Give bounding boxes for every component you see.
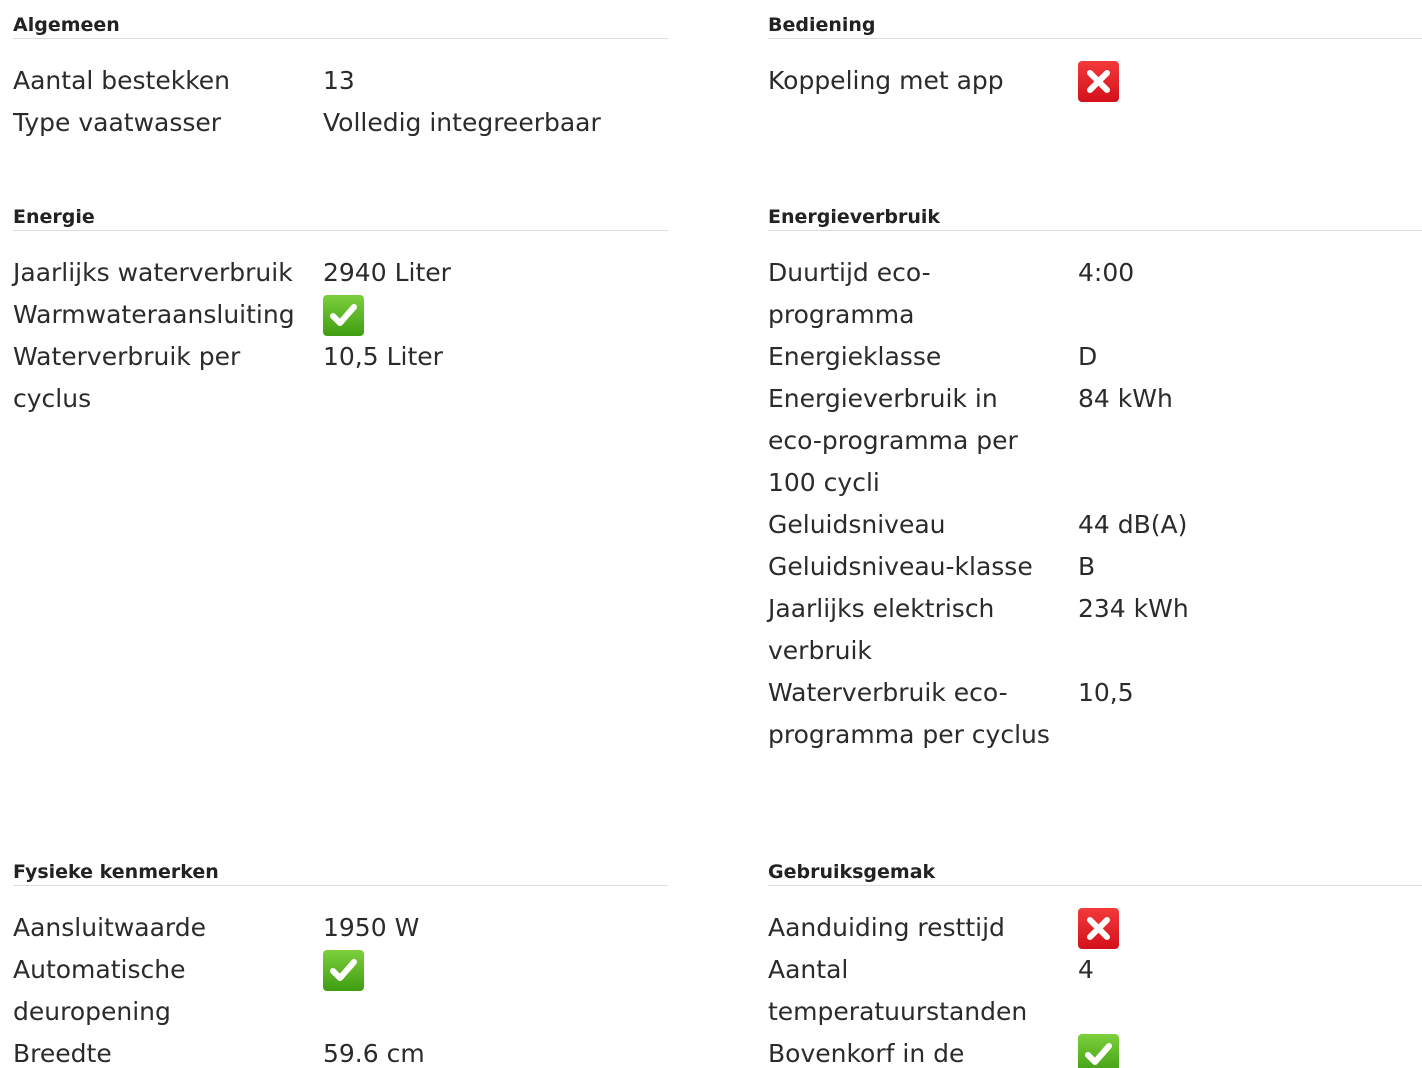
section-title: Bediening bbox=[768, 0, 1422, 39]
spec-label: Aanduiding resttijd bbox=[768, 913, 1005, 942]
spec-label: Aantal bestekken bbox=[13, 66, 231, 95]
spec-grid: Algemeen Aantal bestekken 13 Type vaatwa… bbox=[0, 0, 1422, 1068]
section-fysieke-kenmerken: Fysieke kenmerken Aansluitwaarde 1950 W … bbox=[13, 847, 668, 1068]
check-icon bbox=[1078, 1034, 1119, 1068]
spec-value: 4 bbox=[1078, 955, 1094, 984]
spec-label: Energieklasse bbox=[768, 342, 942, 371]
spec-label: Automatische deuropening bbox=[13, 955, 186, 1026]
spec-label: Breedte bbox=[13, 1039, 112, 1068]
spec-row: Aanduiding resttijd bbox=[768, 907, 1422, 949]
section-gebruiksgemak: Gebruiksgemak Aanduiding resttijd Aantal… bbox=[768, 847, 1422, 1068]
spec-label: Warmwateraansluiting bbox=[13, 300, 295, 329]
spec-row: Bovenkorf in de bbox=[768, 1033, 1422, 1068]
section-algemeen: Algemeen Aantal bestekken 13 Type vaatwa… bbox=[13, 0, 668, 144]
section-title: Energie bbox=[13, 192, 668, 231]
spec-label: Bovenkorf in de bbox=[768, 1039, 965, 1068]
cross-icon bbox=[1078, 908, 1119, 949]
spec-label: Waterverbruik eco-programma per cyclus bbox=[768, 678, 1050, 749]
section-title: Algemeen bbox=[13, 0, 668, 39]
spec-row: Jaarlijks waterverbruik 2940 Liter bbox=[13, 252, 668, 294]
spec-value: 10,5 Liter bbox=[323, 342, 443, 371]
spec-value: Volledig integreerbaar bbox=[323, 108, 601, 137]
spec-value: 4:00 bbox=[1078, 258, 1135, 287]
spec-value: 13 bbox=[323, 66, 355, 95]
section-title: Energieverbruik bbox=[768, 192, 1422, 231]
spec-label: Koppeling met app bbox=[768, 66, 1004, 95]
section-bediening: Bediening Koppeling met app bbox=[768, 0, 1422, 102]
spec-value: 59.6 cm bbox=[323, 1039, 425, 1068]
section-title: Gebruiksgemak bbox=[768, 847, 1422, 886]
spec-value: B bbox=[1078, 552, 1096, 581]
section-energie: Energie Jaarlijks waterverbruik 2940 Lit… bbox=[13, 192, 668, 420]
spec-label: Duurtijd eco-programma bbox=[768, 258, 931, 329]
spec-row: Type vaatwasser Volledig integreerbaar bbox=[13, 102, 668, 144]
spec-row: Jaarlijks elektrisch verbruik 234 kWh bbox=[768, 588, 1422, 672]
spec-label: Geluidsniveau bbox=[768, 510, 946, 539]
spec-row: Energieverbruik in eco-programma per 100… bbox=[768, 378, 1422, 504]
spec-row: Aantal temperatuurstanden 4 bbox=[768, 949, 1422, 1033]
check-icon bbox=[323, 295, 364, 336]
spec-row: Geluidsniveau-klasse B bbox=[768, 546, 1422, 588]
spec-label: Jaarlijks waterverbruik bbox=[13, 258, 293, 287]
spec-label: Energieverbruik in eco-programma per 100… bbox=[768, 384, 1018, 497]
section-energieverbruik: Energieverbruik Duurtijd eco-programma 4… bbox=[768, 192, 1422, 756]
spec-row: Duurtijd eco-programma 4:00 bbox=[768, 252, 1422, 336]
spec-label: Type vaatwasser bbox=[13, 108, 222, 137]
spec-row: Aantal bestekken 13 bbox=[13, 60, 668, 102]
spec-value: D bbox=[1078, 342, 1098, 371]
spec-value: 10,5 bbox=[1078, 678, 1134, 707]
spec-row: Aansluitwaarde 1950 W bbox=[13, 907, 668, 949]
spec-row: Koppeling met app bbox=[768, 60, 1422, 102]
spec-row: Energieklasse D bbox=[768, 336, 1422, 378]
spec-label: Aantal temperatuurstanden bbox=[768, 955, 1028, 1026]
spec-row: Geluidsniveau 44 dB(A) bbox=[768, 504, 1422, 546]
spec-row: Warmwateraansluiting bbox=[13, 294, 668, 336]
spec-value: 234 kWh bbox=[1078, 594, 1189, 623]
spec-label: Geluidsniveau-klasse bbox=[768, 552, 1033, 581]
spec-label: Aansluitwaarde bbox=[13, 913, 207, 942]
spec-row: Breedte 59.6 cm bbox=[13, 1033, 668, 1068]
section-title: Fysieke kenmerken bbox=[13, 847, 668, 886]
spec-label: Jaarlijks elektrisch verbruik bbox=[768, 594, 995, 665]
spec-value: 2940 Liter bbox=[323, 258, 451, 287]
spec-value: 1950 W bbox=[323, 913, 420, 942]
check-icon bbox=[323, 950, 364, 991]
spec-value: 84 kWh bbox=[1078, 384, 1173, 413]
spec-row: Automatische deuropening bbox=[13, 949, 668, 1033]
spec-value: 44 dB(A) bbox=[1078, 510, 1188, 539]
spec-row: Waterverbruik per cyclus 10,5 Liter bbox=[13, 336, 668, 420]
cross-icon bbox=[1078, 61, 1119, 102]
spec-row: Waterverbruik eco-programma per cyclus 1… bbox=[768, 672, 1422, 756]
spec-label: Waterverbruik per cyclus bbox=[13, 342, 241, 413]
